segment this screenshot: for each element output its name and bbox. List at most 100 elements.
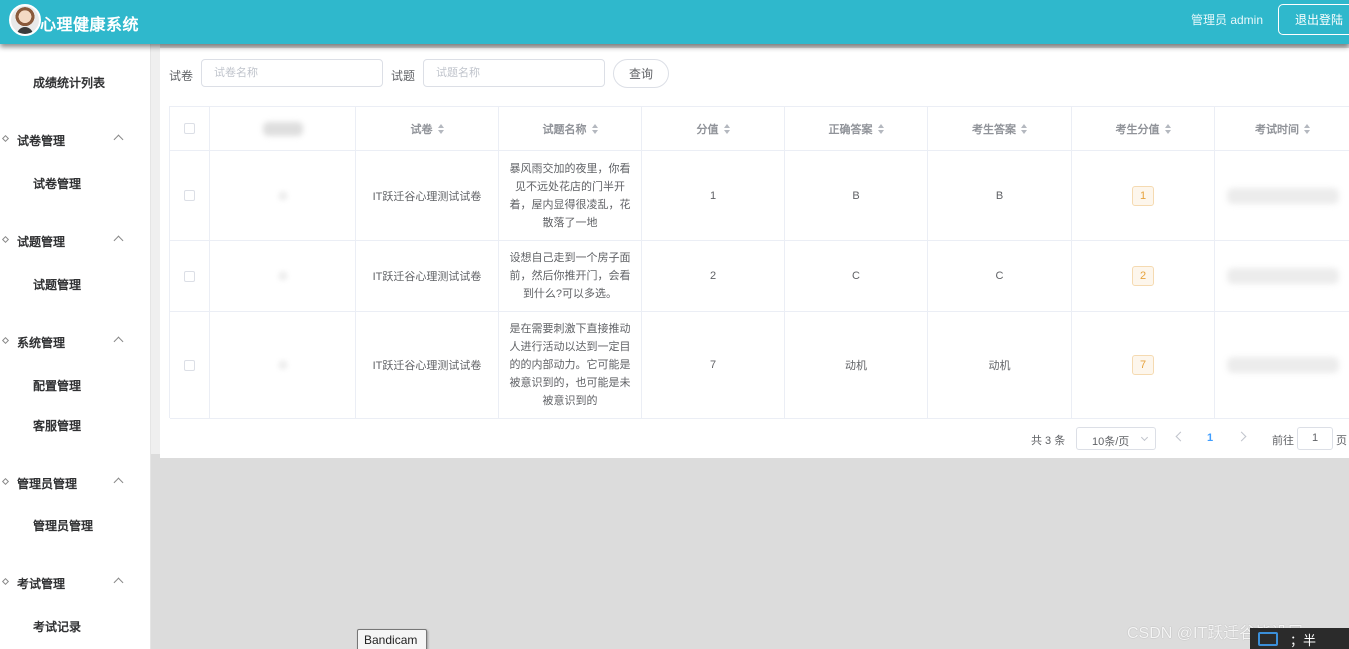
- blurred-header: [262, 121, 303, 136]
- chevron-up-icon: [113, 134, 124, 145]
- blurred-time: [1226, 357, 1339, 373]
- blurred-time: [1226, 187, 1339, 204]
- sort-icon[interactable]: [1164, 123, 1171, 134]
- sort-icon[interactable]: [437, 123, 444, 134]
- sort-icon[interactable]: [877, 123, 884, 134]
- logout-button[interactable]: 退出登陆: [1278, 4, 1349, 35]
- records-table: 试卷 试题名称 分值 正确答案 考生答案 考生分值 考试时间 IT跃迁谷心理测试…: [169, 106, 1349, 419]
- header-blurred-cell: [210, 107, 356, 150]
- paper-cell: IT跃迁谷心理测试试卷: [356, 241, 499, 311]
- row-checkbox[interactable]: [184, 359, 195, 371]
- col-exam-time[interactable]: 考试时间: [1215, 107, 1349, 150]
- blurred-value: [277, 271, 288, 281]
- page-number-current[interactable]: 1: [1207, 432, 1213, 444]
- window-icon[interactable]: [1258, 632, 1278, 646]
- sort-icon[interactable]: [723, 123, 730, 134]
- col-label: 分值: [696, 123, 719, 136]
- goto-label: 前往: [1272, 435, 1294, 447]
- sidebar-group-exam[interactable]: 考试管理: [0, 575, 151, 595]
- paper-filter-label: 试卷: [169, 69, 194, 83]
- user-avatar[interactable]: [9, 4, 41, 36]
- chevron-up-icon: [113, 577, 124, 588]
- blurred-cell: [210, 312, 356, 418]
- main-panel: 试卷 试题 查询 试卷 试题名称 分值 正确答案 考生答案 考生分值 考试时间 …: [160, 48, 1349, 458]
- sidebar-item-question[interactable]: 试题管理: [33, 276, 81, 293]
- row-checkbox-cell: [170, 312, 210, 418]
- next-page-icon[interactable]: [1236, 431, 1247, 442]
- paper-cell: IT跃迁谷心理测试试卷: [356, 312, 499, 418]
- sidebar-group-question[interactable]: 试题管理: [0, 233, 151, 253]
- col-label: 正确答案: [828, 123, 873, 136]
- sidebar-item-paper[interactable]: 试卷管理: [33, 175, 81, 192]
- sidebar-group-label: 管理员管理: [17, 477, 78, 491]
- score-cell: 7: [642, 312, 785, 418]
- col-label: 试题名称: [542, 123, 587, 136]
- sidebar-group-label: 试卷管理: [17, 134, 66, 148]
- blurred-time: [1226, 268, 1339, 284]
- query-button[interactable]: 查询: [613, 59, 669, 88]
- score-tag: 1: [1132, 185, 1154, 206]
- top-header: 心理健康系统 管理员 admin 退出登陆: [0, 0, 1349, 44]
- row-checkbox[interactable]: [184, 190, 195, 201]
- page-size-select[interactable]: 10条/页: [1076, 427, 1156, 450]
- goto-page-input[interactable]: 1: [1297, 427, 1333, 450]
- score-cell: 1: [642, 151, 785, 240]
- col-paper[interactable]: 试卷: [356, 107, 499, 150]
- paper-cell: IT跃迁谷心理测试试卷: [356, 151, 499, 240]
- sidebar-item-exam-records[interactable]: 考试记录: [33, 618, 81, 635]
- chevron-up-icon: [113, 235, 124, 246]
- examinee-answer-cell: B: [928, 151, 1072, 240]
- chevron-down-icon: [1140, 433, 1149, 442]
- system-tray: ；半: [1250, 628, 1349, 649]
- col-examinee-answer[interactable]: 考生答案: [928, 107, 1072, 150]
- question-name-input[interactable]: [423, 59, 605, 87]
- app-title: 心理健康系统: [40, 17, 140, 34]
- blurred-value: [277, 360, 288, 370]
- examinee-score-cell: 2: [1072, 241, 1215, 311]
- paper-name-input[interactable]: [201, 59, 383, 87]
- sort-icon[interactable]: [1304, 123, 1310, 134]
- correct-answer-cell: 动机: [785, 312, 928, 418]
- taskbar-tooltip: Bandicam: [357, 629, 427, 649]
- table-header: 试卷 试题名称 分值 正确答案 考生答案 考生分值 考试时间: [170, 107, 1349, 151]
- table-row: IT跃迁谷心理测试试卷 是在需要刺激下直接推动人进行活动以达到一定目的的内部动力…: [170, 312, 1349, 419]
- col-correct-answer[interactable]: 正确答案: [785, 107, 928, 150]
- col-examinee-score[interactable]: 考生分值: [1072, 107, 1215, 150]
- sidebar-group-admin[interactable]: 管理员管理: [0, 475, 151, 495]
- examinee-score-cell: 7: [1072, 312, 1215, 418]
- exam-time-cell: [1215, 151, 1349, 240]
- header-checkbox-cell: [170, 107, 210, 150]
- question-cell: 是在需要刺激下直接推动人进行活动以达到一定目的的内部动力。它可能是被意识到的，也…: [499, 312, 642, 418]
- table-row: IT跃迁谷心理测试试卷 暴风雨交加的夜里，你看见不远处花店的门半开着，屋内显得很…: [170, 151, 1349, 241]
- col-label: 考试时间: [1255, 123, 1299, 136]
- menu-icon: [1, 477, 10, 486]
- chevron-up-icon: [113, 336, 124, 347]
- sidebar-item-config[interactable]: 配置管理: [33, 377, 81, 394]
- correct-answer-cell: B: [785, 151, 928, 240]
- col-question[interactable]: 试题名称: [499, 107, 642, 150]
- sidebar-group-system[interactable]: 系统管理: [0, 334, 151, 354]
- score-tag: 2: [1132, 266, 1154, 286]
- sidebar-group-label: 系统管理: [17, 336, 66, 350]
- col-label: 考生答案: [972, 123, 1016, 136]
- select-all-checkbox[interactable]: [184, 123, 195, 134]
- prev-page-icon[interactable]: [1175, 431, 1186, 442]
- ime-indicator[interactable]: ；半: [1290, 630, 1316, 649]
- menu-icon: [1, 336, 10, 345]
- question-cell: 设想自己走到一个房子面前，然后你推开门，会看到什么?可以多选。: [499, 241, 642, 311]
- sort-icon[interactable]: [591, 123, 598, 134]
- sidebar-group-label: 试题管理: [17, 235, 66, 249]
- col-label: 试卷: [410, 123, 433, 136]
- sidebar-item-score-stats[interactable]: 成绩统计列表: [33, 74, 105, 91]
- row-checkbox[interactable]: [184, 270, 195, 282]
- question-filter-label: 试题: [391, 69, 416, 83]
- examinee-answer-cell: C: [928, 241, 1072, 311]
- blurred-cell: [210, 241, 356, 311]
- col-score[interactable]: 分值: [642, 107, 785, 150]
- chevron-up-icon: [113, 477, 124, 488]
- sort-icon[interactable]: [1021, 123, 1027, 134]
- sidebar-group-paper[interactable]: 试卷管理: [0, 132, 151, 152]
- sidebar-item-service[interactable]: 客服管理: [33, 417, 81, 434]
- question-cell: 暴风雨交加的夜里，你看见不远处花店的门半开着，屋内显得很凌乱，花散落了一地: [499, 151, 642, 240]
- sidebar-item-admin[interactable]: 管理员管理: [33, 517, 93, 534]
